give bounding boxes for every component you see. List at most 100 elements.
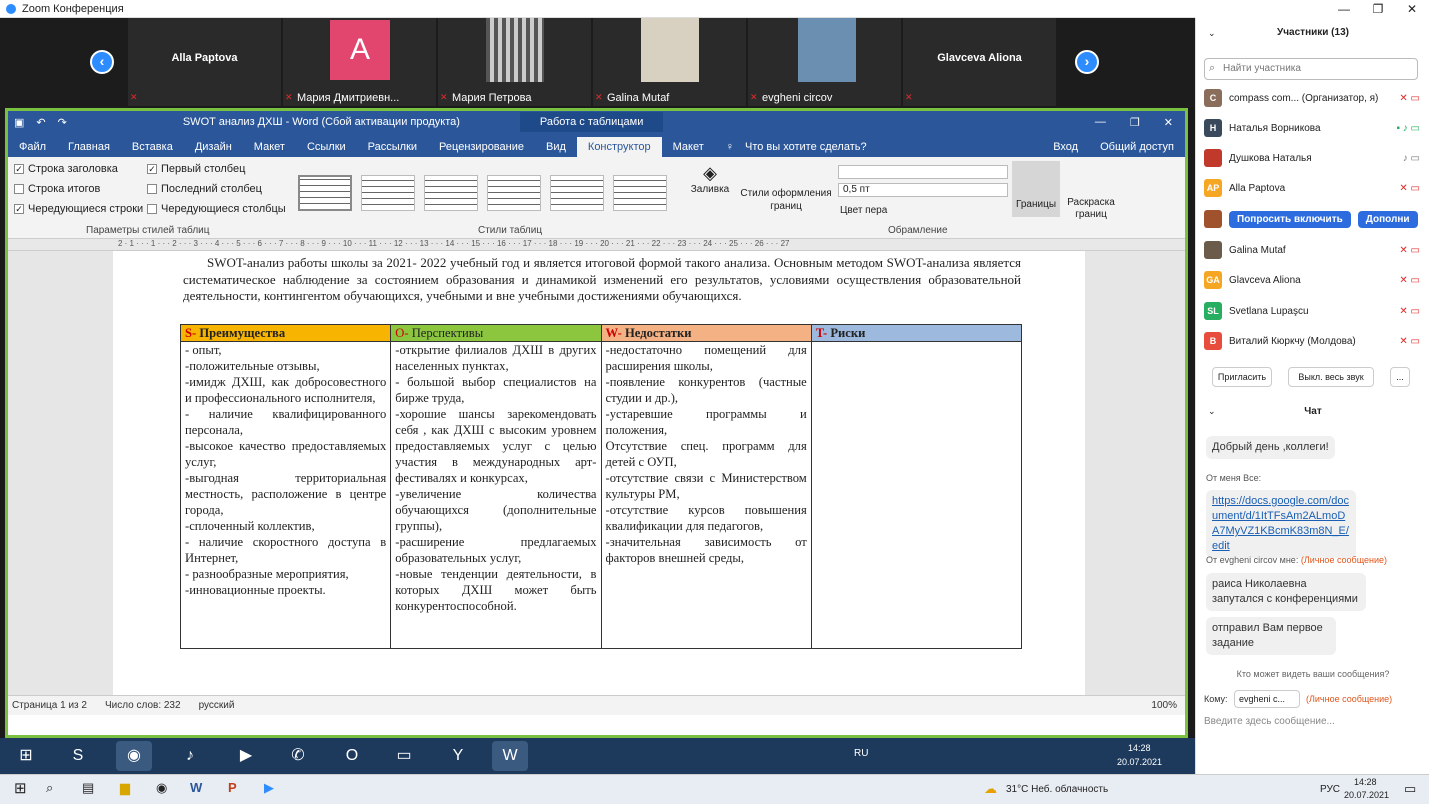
table-style-option[interactable] bbox=[613, 175, 667, 211]
skype-icon[interactable]: S bbox=[60, 741, 96, 771]
viber-icon[interactable]: ✆ bbox=[280, 741, 316, 771]
horizontal-ruler[interactable]: 2 · 1 · · · 1 · · · 2 · · · 3 · · · 4 · … bbox=[8, 239, 1185, 251]
task-view-icon[interactable]: ▤ bbox=[82, 780, 94, 796]
mic-icon[interactable]: ♪ ▭ bbox=[1403, 153, 1420, 164]
tab-table-design[interactable]: Конструктор bbox=[576, 137, 662, 157]
muted-mic-icon[interactable]: ✕ ▭ bbox=[1399, 183, 1420, 194]
video-tile[interactable]: ✕ Мария Петрова bbox=[438, 18, 591, 106]
word-app-icon[interactable]: W bbox=[492, 741, 528, 771]
mute-all-button[interactable]: Выкл. весь звук bbox=[1288, 367, 1374, 387]
word-count[interactable]: Число слов: 232 bbox=[105, 700, 181, 711]
page-count[interactable]: Страница 1 из 2 bbox=[12, 700, 87, 711]
notification-icon[interactable]: ▭ bbox=[1404, 781, 1416, 797]
tab-view[interactable]: Вид bbox=[535, 137, 577, 157]
table-cell-opportunities[interactable]: -открытие филиалов ДХШ в других населенн… bbox=[390, 341, 602, 649]
yandex-icon[interactable]: Y bbox=[440, 741, 476, 771]
opera-icon[interactable]: O bbox=[334, 741, 370, 771]
more-options-button[interactable]: ... bbox=[1390, 367, 1410, 387]
table-cell-strengths[interactable]: - опыт, -положительные отзывы, -имидж ДХ… bbox=[179, 341, 392, 649]
line-style-dropdown[interactable] bbox=[838, 165, 1008, 179]
participant-row[interactable]: В Виталий Кюркчу (Молдова) ✕ ▭ bbox=[1204, 329, 1420, 353]
border-styles-button[interactable]: Стили оформления границ bbox=[738, 187, 834, 213]
undo-icon[interactable]: ↶ bbox=[30, 116, 51, 129]
share-button[interactable]: Общий доступ bbox=[1089, 137, 1185, 157]
minimize-icon[interactable]: — bbox=[1327, 0, 1361, 18]
search-icon[interactable]: ⌕ bbox=[46, 780, 53, 796]
powerpoint-icon[interactable]: P bbox=[228, 780, 237, 795]
invite-button[interactable]: Пригласить bbox=[1212, 367, 1272, 387]
tell-me-input[interactable]: Что вы хотите сделать? bbox=[745, 137, 878, 157]
chat-link[interactable]: https://docs.google.com/document/d/1ItTF… bbox=[1206, 490, 1356, 558]
tab-home[interactable]: Главная bbox=[57, 137, 121, 157]
tab-table-layout[interactable]: Макет bbox=[662, 137, 715, 157]
minimize-icon[interactable]: — bbox=[1083, 116, 1118, 128]
language-indicator[interactable]: РУС bbox=[1320, 784, 1340, 795]
muted-mic-icon[interactable]: ✕ ▭ bbox=[1399, 93, 1420, 104]
tab-layout[interactable]: Макет bbox=[243, 137, 296, 157]
save-icon[interactable]: ▣ bbox=[8, 116, 30, 129]
participant-row[interactable]: Н Наталья Ворникова ▪ ♪ ▭ bbox=[1204, 116, 1420, 140]
zoom-level[interactable]: 100% bbox=[1151, 700, 1177, 711]
close-icon[interactable]: ✕ bbox=[1152, 116, 1185, 129]
tab-review[interactable]: Рецензирование bbox=[428, 137, 535, 157]
participant-row[interactable]: SL Svetlana Lupaşcu ✕ ▭ bbox=[1204, 299, 1420, 323]
banded-columns-checkbox[interactable]: Чередующиеся столбцы bbox=[147, 203, 286, 215]
muted-mic-icon[interactable]: ✕ ▭ bbox=[1399, 275, 1420, 286]
table-cell-weaknesses[interactable]: -недостаточно помещений для расширения ш… bbox=[600, 341, 812, 649]
zoom-icon[interactable]: ▶ bbox=[264, 780, 274, 796]
ask-unmute-button[interactable]: Попросить включить bbox=[1229, 210, 1351, 228]
table-style-option[interactable] bbox=[298, 175, 352, 211]
weather-text[interactable]: 31°C Неб. облачность bbox=[1006, 784, 1108, 795]
participant-row[interactable]: Попросить включить Дополни bbox=[1204, 207, 1420, 231]
pen-color-button[interactable]: Цвет пера bbox=[840, 205, 887, 216]
total-row-checkbox[interactable]: Строка итогов bbox=[14, 183, 100, 195]
table-style-option[interactable] bbox=[424, 175, 478, 211]
participant-search[interactable]: Найти участника bbox=[1204, 58, 1418, 80]
tab-file[interactable]: Файл bbox=[8, 137, 57, 157]
muted-mic-icon[interactable]: ✕ ▭ bbox=[1399, 245, 1420, 256]
start-icon[interactable]: ⊞ bbox=[8, 741, 44, 771]
clock-time[interactable]: 14:28 bbox=[1354, 777, 1377, 787]
prev-page-icon[interactable]: ‹ bbox=[90, 50, 114, 74]
next-page-icon[interactable]: › bbox=[1075, 50, 1099, 74]
chat-input[interactable]: Введите здесь сообщение... bbox=[1204, 716, 1418, 727]
first-column-checkbox[interactable]: ✓ Первый столбец bbox=[147, 163, 245, 175]
start-icon[interactable]: ⊞ bbox=[14, 779, 27, 797]
video-tile[interactable]: Alla Paptova ✕ bbox=[128, 18, 281, 106]
chrome-icon[interactable]: ◉ bbox=[116, 741, 152, 771]
muted-mic-icon[interactable]: ✕ ▭ bbox=[1399, 306, 1420, 317]
word-icon[interactable]: W bbox=[190, 780, 202, 795]
explorer-icon[interactable]: ▆ bbox=[120, 780, 130, 796]
redo-icon[interactable]: ↷ bbox=[52, 116, 73, 129]
restore-icon[interactable]: ❐ bbox=[1118, 116, 1152, 129]
line-weight-dropdown[interactable]: 0,5 пт bbox=[838, 183, 1008, 197]
tab-references[interactable]: Ссылки bbox=[296, 137, 357, 157]
header-row-checkbox[interactable]: ✓ Строка заголовка bbox=[14, 163, 118, 175]
participant-row[interactable]: Ccompass com... (Организатор, я) ✕ ▭ bbox=[1204, 86, 1420, 110]
close-icon[interactable]: ✕ bbox=[1395, 0, 1429, 18]
language[interactable]: русский bbox=[199, 700, 235, 711]
video-tile[interactable]: Glavceva Aliona ✕ bbox=[903, 18, 1056, 106]
muted-mic-icon[interactable]: ✕ ▭ bbox=[1399, 336, 1420, 347]
chrome-icon[interactable]: ◉ bbox=[156, 780, 167, 796]
clock-date[interactable]: 20.07.2021 bbox=[1344, 790, 1389, 800]
who-can-see-link[interactable]: Кто может видеть ваши сообщения? bbox=[1196, 669, 1429, 679]
zoom-app-icon[interactable]: ▶ bbox=[228, 741, 264, 771]
swot-table[interactable]: S- Преимущества O- Перспективы W- Недост… bbox=[179, 324, 1023, 649]
more-button[interactable]: Дополни bbox=[1357, 210, 1418, 228]
video-tile[interactable]: A ✕ Мария Дмитриевн... bbox=[283, 18, 436, 106]
tab-insert[interactable]: Вставка bbox=[121, 137, 184, 157]
table-style-option[interactable] bbox=[487, 175, 541, 211]
volume-icon[interactable]: ♪ bbox=[172, 741, 208, 771]
participant-row[interactable]: AP Alla Paptova ✕ ▭ bbox=[1204, 176, 1420, 200]
table-cell-threats[interactable] bbox=[810, 341, 1023, 649]
participant-row[interactable]: GA Glavceva Aliona ✕ ▭ bbox=[1204, 268, 1420, 292]
video-tile[interactable]: ✕ evgheni circov bbox=[748, 18, 901, 106]
file-icon[interactable]: ▭ bbox=[386, 741, 422, 771]
tab-design[interactable]: Дизайн bbox=[184, 137, 243, 157]
border-painter-button[interactable]: Раскраска границ bbox=[1064, 197, 1118, 221]
shading-button[interactable]: ◈ Заливка bbox=[686, 163, 734, 195]
document-page[interactable]: SWOT-анализ работы школы за 2021- 2022 у… bbox=[113, 251, 1085, 695]
inner-language[interactable]: RU bbox=[854, 748, 868, 759]
participant-row[interactable]: Galina Mutaf ✕ ▭ bbox=[1204, 238, 1420, 262]
